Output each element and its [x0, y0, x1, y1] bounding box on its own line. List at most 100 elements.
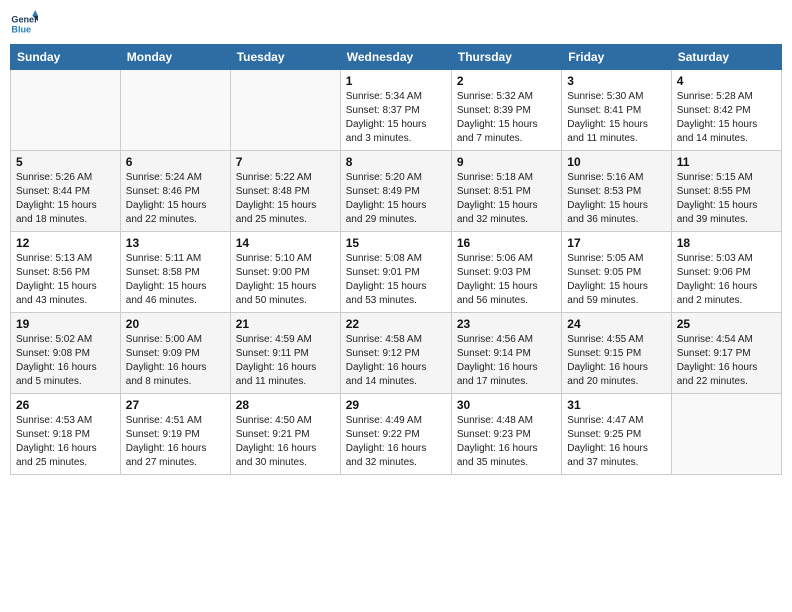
- day-info: Sunrise: 5:02 AM Sunset: 9:08 PM Dayligh…: [16, 333, 115, 389]
- calendar-cell: 28 Sunrise: 4:50 AM Sunset: 9:21 PM Dayli…: [230, 394, 340, 475]
- calendar-cell: 25Sunrise: 4:54 AM Sunset: 9:17 PM Dayli…: [671, 313, 781, 394]
- day-number: 22: [346, 317, 446, 331]
- calendar-cell: 31 Sunrise: 4:47 AM Sunset: 9:25 PM Dayli…: [562, 394, 671, 475]
- day-info: Sunrise: 4:49 AM Sunset: 9:22 PM Dayligh…: [346, 414, 446, 470]
- calendar-cell: 16 Sunrise: 5:06 AM Sunset: 9:03 PM Dayli…: [451, 232, 561, 313]
- weekday-header-row: SundayMondayTuesdayWednesdayThursdayFrid…: [11, 45, 782, 70]
- calendar-cell: 1Sunrise: 5:34 AM Sunset: 8:37 PM Daylig…: [340, 70, 451, 151]
- day-number: 9: [457, 155, 556, 169]
- calendar-cell: 4 Sunrise: 5:28 AM Sunset: 8:42 PM Daylig…: [671, 70, 781, 151]
- weekday-header-sunday: Sunday: [11, 45, 121, 70]
- day-number: 29: [346, 398, 446, 412]
- calendar-cell: 5Sunrise: 5:26 AM Sunset: 8:44 PM Daylig…: [11, 151, 121, 232]
- day-number: 6: [126, 155, 225, 169]
- day-info: Sunrise: 4:56 AM Sunset: 9:14 PM Dayligh…: [457, 333, 556, 389]
- day-number: 10: [567, 155, 665, 169]
- day-info: Sunrise: 4:47 AM Sunset: 9:25 PM Dayligh…: [567, 414, 665, 470]
- day-number: 8: [346, 155, 446, 169]
- day-info: Sunrise: 5:28 AM Sunset: 8:42 PM Dayligh…: [677, 90, 776, 146]
- day-info: Sunrise: 5:11 AM Sunset: 8:58 PM Dayligh…: [126, 252, 225, 308]
- calendar-cell: 14 Sunrise: 5:10 AM Sunset: 9:00 PM Dayli…: [230, 232, 340, 313]
- calendar-cell: 17 Sunrise: 5:05 AM Sunset: 9:05 PM Dayli…: [562, 232, 671, 313]
- day-number: 11: [677, 155, 776, 169]
- day-number: 30: [457, 398, 556, 412]
- calendar-cell: 10 Sunrise: 5:16 AM Sunset: 8:53 PM Dayli…: [562, 151, 671, 232]
- day-info: Sunrise: 4:54 AM Sunset: 9:17 PM Dayligh…: [677, 333, 776, 389]
- day-info: Sunrise: 4:50 AM Sunset: 9:21 PM Dayligh…: [236, 414, 335, 470]
- day-number: 7: [236, 155, 335, 169]
- day-number: 18: [677, 236, 776, 250]
- day-info: Sunrise: 5:26 AM Sunset: 8:44 PM Dayligh…: [16, 171, 115, 227]
- calendar-cell: 11 Sunrise: 5:15 AM Sunset: 8:55 PM Dayli…: [671, 151, 781, 232]
- day-info: Sunrise: 4:48 AM Sunset: 9:23 PM Dayligh…: [457, 414, 556, 470]
- calendar-week-row: 26 Sunrise: 4:53 AM Sunset: 9:18 PM Dayli…: [11, 394, 782, 475]
- day-number: 4: [677, 74, 776, 88]
- day-number: 31: [567, 398, 665, 412]
- calendar-cell: [230, 70, 340, 151]
- day-info: Sunrise: 4:51 AM Sunset: 9:19 PM Dayligh…: [126, 414, 225, 470]
- logo: General Blue: [10, 10, 38, 38]
- day-info: Sunrise: 5:06 AM Sunset: 9:03 PM Dayligh…: [457, 252, 556, 308]
- calendar-cell: 19 Sunrise: 5:02 AM Sunset: 9:08 PM Dayli…: [11, 313, 121, 394]
- day-info: Sunrise: 5:16 AM Sunset: 8:53 PM Dayligh…: [567, 171, 665, 227]
- calendar-cell: 3 Sunrise: 5:30 AM Sunset: 8:41 PM Daylig…: [562, 70, 671, 151]
- day-info: Sunrise: 5:32 AM Sunset: 8:39 PM Dayligh…: [457, 90, 556, 146]
- day-number: 3: [567, 74, 665, 88]
- day-number: 2: [457, 74, 556, 88]
- calendar-cell: 9Sunrise: 5:18 AM Sunset: 8:51 PM Daylig…: [451, 151, 561, 232]
- day-number: 27: [126, 398, 225, 412]
- calendar-cell: 15 Sunrise: 5:08 AM Sunset: 9:01 PM Dayli…: [340, 232, 451, 313]
- day-info: Sunrise: 5:22 AM Sunset: 8:48 PM Dayligh…: [236, 171, 335, 227]
- day-number: 17: [567, 236, 665, 250]
- weekday-header-saturday: Saturday: [671, 45, 781, 70]
- day-number: 19: [16, 317, 115, 331]
- day-info: Sunrise: 5:08 AM Sunset: 9:01 PM Dayligh…: [346, 252, 446, 308]
- weekday-header-friday: Friday: [562, 45, 671, 70]
- calendar-cell: 21 Sunrise: 4:59 AM Sunset: 9:11 PM Dayli…: [230, 313, 340, 394]
- day-info: Sunrise: 5:03 AM Sunset: 9:06 PM Dayligh…: [677, 252, 776, 308]
- day-info: Sunrise: 4:59 AM Sunset: 9:11 PM Dayligh…: [236, 333, 335, 389]
- calendar-cell: 30 Sunrise: 4:48 AM Sunset: 9:23 PM Dayli…: [451, 394, 561, 475]
- day-number: 12: [16, 236, 115, 250]
- day-info: Sunrise: 5:20 AM Sunset: 8:49 PM Dayligh…: [346, 171, 446, 227]
- svg-text:Blue: Blue: [11, 24, 31, 34]
- day-number: 26: [16, 398, 115, 412]
- day-number: 21: [236, 317, 335, 331]
- calendar-cell: 6 Sunrise: 5:24 AM Sunset: 8:46 PM Daylig…: [120, 151, 230, 232]
- day-number: 1: [346, 74, 446, 88]
- day-info: Sunrise: 5:00 AM Sunset: 9:09 PM Dayligh…: [126, 333, 225, 389]
- day-number: 28: [236, 398, 335, 412]
- day-number: 15: [346, 236, 446, 250]
- day-info: Sunrise: 5:05 AM Sunset: 9:05 PM Dayligh…: [567, 252, 665, 308]
- day-info: Sunrise: 4:53 AM Sunset: 9:18 PM Dayligh…: [16, 414, 115, 470]
- day-info: Sunrise: 5:13 AM Sunset: 8:56 PM Dayligh…: [16, 252, 115, 308]
- day-number: 16: [457, 236, 556, 250]
- calendar-week-row: 1Sunrise: 5:34 AM Sunset: 8:37 PM Daylig…: [11, 70, 782, 151]
- day-info: Sunrise: 5:30 AM Sunset: 8:41 PM Dayligh…: [567, 90, 665, 146]
- calendar-cell: 12 Sunrise: 5:13 AM Sunset: 8:56 PM Dayli…: [11, 232, 121, 313]
- calendar-cell: 7 Sunrise: 5:22 AM Sunset: 8:48 PM Daylig…: [230, 151, 340, 232]
- day-number: 14: [236, 236, 335, 250]
- calendar-cell: 26 Sunrise: 4:53 AM Sunset: 9:18 PM Dayli…: [11, 394, 121, 475]
- calendar-cell: 13 Sunrise: 5:11 AM Sunset: 8:58 PM Dayli…: [120, 232, 230, 313]
- weekday-header-tuesday: Tuesday: [230, 45, 340, 70]
- weekday-header-monday: Monday: [120, 45, 230, 70]
- day-info: Sunrise: 5:15 AM Sunset: 8:55 PM Dayligh…: [677, 171, 776, 227]
- calendar-cell: 8 Sunrise: 5:20 AM Sunset: 8:49 PM Daylig…: [340, 151, 451, 232]
- calendar-cell: 22 Sunrise: 4:58 AM Sunset: 9:12 PM Dayli…: [340, 313, 451, 394]
- day-info: Sunrise: 4:58 AM Sunset: 9:12 PM Dayligh…: [346, 333, 446, 389]
- calendar-cell: [120, 70, 230, 151]
- day-number: 13: [126, 236, 225, 250]
- calendar-cell: 2 Sunrise: 5:32 AM Sunset: 8:39 PM Daylig…: [451, 70, 561, 151]
- calendar-cell: 23 Sunrise: 4:56 AM Sunset: 9:14 PM Dayli…: [451, 313, 561, 394]
- calendar-week-row: 12 Sunrise: 5:13 AM Sunset: 8:56 PM Dayli…: [11, 232, 782, 313]
- calendar-cell: [671, 394, 781, 475]
- day-info: Sunrise: 5:10 AM Sunset: 9:00 PM Dayligh…: [236, 252, 335, 308]
- calendar-cell: [11, 70, 121, 151]
- calendar-cell: 18 Sunrise: 5:03 AM Sunset: 9:06 PM Dayli…: [671, 232, 781, 313]
- day-info: Sunrise: 4:55 AM Sunset: 9:15 PM Dayligh…: [567, 333, 665, 389]
- calendar-cell: 27 Sunrise: 4:51 AM Sunset: 9:19 PM Dayli…: [120, 394, 230, 475]
- day-info: Sunrise: 5:24 AM Sunset: 8:46 PM Dayligh…: [126, 171, 225, 227]
- day-number: 23: [457, 317, 556, 331]
- day-number: 24: [567, 317, 665, 331]
